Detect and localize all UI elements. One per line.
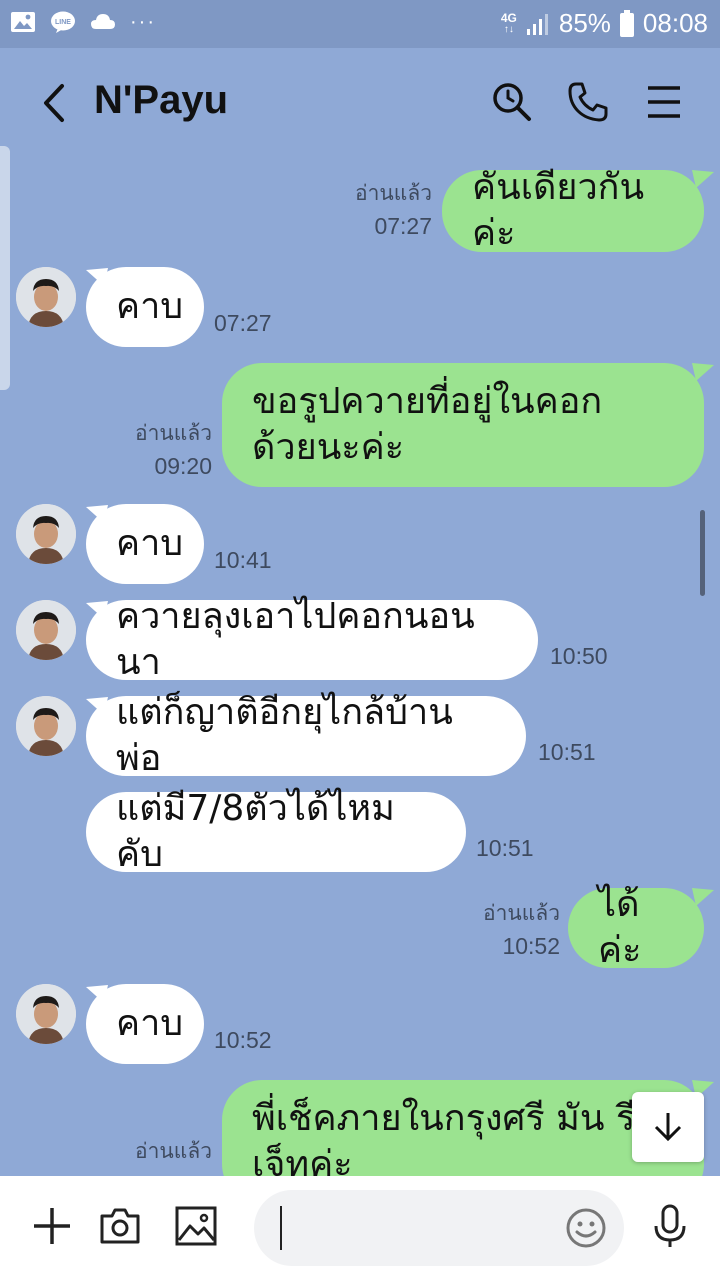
battery-icon xyxy=(619,9,634,37)
incoming-message[interactable]: คาบ xyxy=(86,504,204,584)
more-notifications: ··· xyxy=(130,11,156,33)
incoming-message[interactable]: คาบ xyxy=(86,267,204,347)
side-panel-handle[interactable] xyxy=(0,146,10,390)
message-time: 07:27 xyxy=(214,310,272,336)
back-icon[interactable] xyxy=(36,78,72,128)
avatar[interactable] xyxy=(16,600,76,660)
read-label: อ่านแล้ว xyxy=(483,902,560,925)
arrow-down-icon xyxy=(654,1113,682,1142)
scroll-to-bottom-button[interactable] xyxy=(632,1092,704,1162)
incoming-message[interactable]: ควายลุงเอาไปคอกนอนนา xyxy=(86,596,538,683)
outgoing-message[interactable]: ขอรูปควายที่อยู่ในคอก ด้วยนะค่ะ xyxy=(222,363,704,487)
incoming-message[interactable]: แต่ก็ญาติอีกยุไกล้บ้านพ่อ xyxy=(86,692,526,779)
message-text: ควายลุงเอาไปคอกนอนนา xyxy=(116,596,475,683)
status-bar: LINE ··· 4G ↑↓ 85% 08:08 xyxy=(0,0,720,48)
avatar-photo xyxy=(16,984,76,1044)
bubble-tail xyxy=(692,363,714,381)
message-text: แต่ก็ญาติอีกยุไกล้บ้านพ่อ xyxy=(116,692,453,779)
read-label: อ่านแล้ว xyxy=(135,1140,212,1163)
avatar-photo xyxy=(16,504,76,564)
message-text-line: ด้วยนะค่ะ xyxy=(252,427,405,468)
message-text-line: เจ็ทค่ะ xyxy=(252,1144,353,1176)
read-label: อ่านแล้ว xyxy=(135,422,212,445)
incoming-message[interactable]: แต่มี7/8ตัวได้ไหมคับ xyxy=(86,788,466,875)
bubble-tail xyxy=(692,888,714,906)
chat-title[interactable]: N'Payu xyxy=(94,78,228,123)
signal-icon xyxy=(526,13,548,35)
message-time: 10:51 xyxy=(538,739,596,765)
message-text: คาบ xyxy=(116,286,184,327)
read-receipt: อ่านแล้ว 10:52 xyxy=(80,1136,212,1176)
gallery-icon[interactable] xyxy=(172,1202,220,1250)
image-icon xyxy=(11,12,35,32)
read-receipt: อ่านแล้ว 09:20 xyxy=(80,418,212,482)
outgoing-message[interactable]: ได้ค่ะ xyxy=(568,884,704,971)
plus-icon[interactable] xyxy=(28,1202,76,1250)
message-text: คาบ xyxy=(116,523,184,564)
message-text: แต่มี7/8ตัวได้ไหมคับ xyxy=(116,788,395,875)
message-time: 07:27 xyxy=(374,213,432,239)
message-time: 10:51 xyxy=(476,835,534,861)
message-text-line: ขอรูปควายที่อยู่ในคอก xyxy=(252,381,603,422)
line-app-icon: LINE xyxy=(51,11,75,33)
menu-icon[interactable] xyxy=(644,80,688,124)
bubble-tail xyxy=(692,170,714,188)
svg-text:LINE: LINE xyxy=(55,19,71,26)
camera-icon[interactable] xyxy=(96,1202,144,1250)
phone-icon[interactable] xyxy=(566,80,610,124)
outgoing-message[interactable]: คันเดียวกันค่ะ xyxy=(442,167,704,254)
avatar-photo xyxy=(16,267,76,327)
cloud-icon xyxy=(91,14,115,29)
text-caret xyxy=(280,1206,282,1250)
avatar[interactable] xyxy=(16,984,76,1044)
read-label: อ่านแล้ว xyxy=(355,182,432,205)
network-indicator: 4G ↑↓ xyxy=(501,12,517,36)
read-receipt: อ่านแล้ว 10:52 xyxy=(428,898,560,962)
message-text: คันเดียวกันค่ะ xyxy=(472,167,645,254)
battery-percent: 85% xyxy=(558,8,611,38)
scrollbar[interactable] xyxy=(700,510,705,596)
avatar-photo xyxy=(16,696,76,756)
avatar[interactable] xyxy=(16,267,76,327)
emoji-icon[interactable] xyxy=(562,1204,610,1252)
message-time: 10:50 xyxy=(550,643,608,669)
chat-header: N'Payu xyxy=(0,48,720,158)
avatar[interactable] xyxy=(16,504,76,564)
message-time: 09:20 xyxy=(154,453,212,479)
message-input-bar xyxy=(0,1176,720,1280)
status-right: 4G ↑↓ 85% 08:08 xyxy=(501,8,708,39)
avatar[interactable] xyxy=(16,696,76,756)
message-text: ได้ค่ะ xyxy=(598,884,642,971)
message-time: 10:41 xyxy=(214,547,272,573)
network-type: 4G xyxy=(500,10,517,25)
clock: 08:08 xyxy=(642,8,708,38)
message-time: 10:52 xyxy=(80,1168,212,1176)
read-receipt: อ่านแล้ว 07:27 xyxy=(300,178,432,242)
clipped-region: อ่านแล้ว 10:52 พี่เช็คภายในกรุงศรี มัน ร… xyxy=(0,1060,720,1176)
message-text-line: พี่เช็คภายในกรุงศรี มัน รี xyxy=(252,1098,636,1139)
search-icon[interactable] xyxy=(490,80,534,124)
message-time: 10:52 xyxy=(502,933,560,959)
status-left-icons: LINE ··· xyxy=(10,10,156,34)
message-text: คาบ xyxy=(116,1003,184,1044)
incoming-message[interactable]: คาบ xyxy=(86,984,204,1064)
microphone-icon[interactable] xyxy=(646,1202,694,1250)
message-time: 10:52 xyxy=(214,1027,272,1053)
avatar-photo xyxy=(16,600,76,660)
network-arrows: ↑↓ xyxy=(503,23,514,35)
